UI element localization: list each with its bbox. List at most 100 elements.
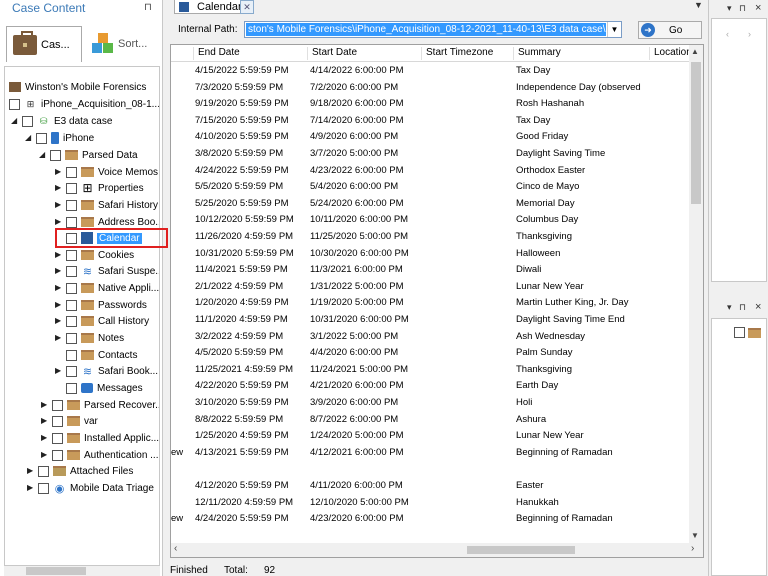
table-row[interactable] xyxy=(171,528,691,545)
chevron-right-icon[interactable]: › xyxy=(691,543,694,554)
table-row[interactable]: 4/15/2022 5:59:59 PM 4/14/2022 6:00:00 PM… xyxy=(171,63,691,80)
table-row[interactable]: 3/2/2022 4:59:59 PM 3/1/2022 5:00:00 PM As… xyxy=(171,329,691,346)
tree-node-properties[interactable]: ▶ ⊞ Properties xyxy=(55,180,144,196)
table-row[interactable]: 4/10/2020 5:59:59 PM 4/9/2020 6:00:00 PM G… xyxy=(171,129,691,146)
chevron-right-icon[interactable]: › xyxy=(748,29,751,39)
checkbox[interactable] xyxy=(22,115,33,127)
checkbox[interactable] xyxy=(66,315,77,327)
pin-icon[interactable]: ⊓ xyxy=(739,302,746,313)
chevron-down-icon[interactable]: ▼ xyxy=(691,531,699,540)
checkbox[interactable] xyxy=(66,365,77,377)
checkbox[interactable] xyxy=(66,199,77,211)
table-row[interactable]: 7/3/2020 5:59:59 PM 7/2/2020 6:00:00 PM In… xyxy=(171,80,691,97)
tree-node-safari-bookmarks[interactable]: ▶ ≋ Safari Book... xyxy=(55,363,158,379)
table-row[interactable]: 4/5/2020 5:59:59 PM 4/4/2020 6:00:00 PM Pa… xyxy=(171,345,691,362)
column-header-start-timezone[interactable]: Start Timezone xyxy=(421,47,513,60)
expand-icon[interactable]: ▶ xyxy=(55,168,63,176)
table-row[interactable]: 7/15/2020 5:59:59 PM 7/14/2020 6:00:00 PM… xyxy=(171,113,691,130)
tree-node-attached-files[interactable]: ▶ Attached Files xyxy=(27,463,133,479)
checkbox[interactable] xyxy=(66,216,77,228)
checkbox[interactable] xyxy=(50,149,61,161)
checkbox[interactable] xyxy=(66,166,77,178)
checkbox[interactable] xyxy=(66,349,77,361)
tab-calendar[interactable]: Calendar xyxy=(174,0,247,14)
expand-icon[interactable]: ▶ xyxy=(55,317,63,325)
tree-node-parsed-recovered[interactable]: ▶ Parsed Recover... xyxy=(41,397,159,413)
expand-icon[interactable]: ▶ xyxy=(27,467,35,475)
checkbox[interactable] xyxy=(66,382,77,394)
checkbox[interactable] xyxy=(66,249,77,261)
tab-sort[interactable]: Sort... xyxy=(86,26,162,62)
scroll-thumb[interactable] xyxy=(467,546,575,554)
chevron-left-icon[interactable]: ‹ xyxy=(726,29,729,39)
tree-node-contacts[interactable]: Contacts xyxy=(66,347,137,363)
expand-icon[interactable]: ▶ xyxy=(55,334,63,342)
tree-node-safari-history[interactable]: ▶ Safari History xyxy=(55,197,158,213)
checkbox[interactable] xyxy=(66,299,77,311)
expand-icon[interactable]: ▶ xyxy=(41,434,49,442)
table-row[interactable]: 3/10/2020 5:59:59 PM 3/9/2020 6:00:00 PM H… xyxy=(171,395,691,412)
tree-node-iphone[interactable]: ◢ iPhone xyxy=(25,130,94,146)
expand-icon[interactable]: ▶ xyxy=(55,201,63,209)
checkbox[interactable] xyxy=(734,327,745,338)
expand-icon[interactable]: ▶ xyxy=(55,267,63,275)
scroll-thumb[interactable] xyxy=(26,567,86,575)
dropdown-icon[interactable]: ▾ xyxy=(727,302,732,313)
pin-icon[interactable]: ⊓ xyxy=(739,3,746,14)
tree-node-safari-suspended[interactable]: ▶ ≋ Safari Suspe... xyxy=(55,263,159,279)
go-button[interactable]: ➜ Go xyxy=(638,21,702,39)
collapse-icon[interactable]: ◢ xyxy=(11,117,19,125)
table-row[interactable]: 9/19/2020 5:59:59 PM 9/18/2020 6:00:00 PM… xyxy=(171,96,691,113)
expand-icon[interactable]: ▶ xyxy=(55,218,63,226)
tree-node-parsed-data[interactable]: ◢ Parsed Data xyxy=(39,147,138,163)
checkbox[interactable] xyxy=(66,182,77,194)
table-row[interactable]: 11/1/2020 4:59:59 PM 10/31/2020 6:00:00 P… xyxy=(171,312,691,329)
chevron-down-icon[interactable]: ▼ xyxy=(607,22,621,37)
dropdown-icon[interactable]: ▾ xyxy=(727,3,732,14)
expand-icon[interactable]: ▶ xyxy=(27,484,35,492)
table-row[interactable]: 4/12/2020 5:59:59 PM 4/11/2020 6:00:00 PM… xyxy=(171,478,691,495)
checkbox[interactable] xyxy=(66,332,77,344)
table-row[interactable]: 10/31/2020 5:59:59 PM 10/30/2020 6:00:00 … xyxy=(171,246,691,263)
tree-node-cookies[interactable]: ▶ Cookies xyxy=(55,247,134,263)
expand-icon[interactable]: ▶ xyxy=(41,451,49,459)
checkbox[interactable] xyxy=(36,132,47,144)
left-horizontal-scrollbar[interactable] xyxy=(4,566,160,576)
tree-node-passwords[interactable]: ▶ Passwords xyxy=(55,297,147,313)
table-row[interactable]: ew 4/24/2020 5:59:59 PM 4/23/2020 6:00:00 … xyxy=(171,511,691,528)
tree-node-native-apps[interactable]: ▶ Native Appli... xyxy=(55,280,159,296)
expand-icon[interactable]: ▶ xyxy=(41,401,49,409)
tab-list-icon[interactable]: ▼ xyxy=(694,0,703,10)
checkbox[interactable] xyxy=(52,449,63,461)
checkbox[interactable] xyxy=(38,465,49,477)
tree-node-mobile-data-triage[interactable]: ▶ ◉ Mobile Data Triage xyxy=(27,480,154,496)
column-header-start-date[interactable]: Start Date xyxy=(307,47,421,60)
tree-node-root[interactable]: Winston's Mobile Forensics xyxy=(9,79,146,95)
close-icon[interactable]: × xyxy=(755,301,761,313)
column-header-summary[interactable]: Summary xyxy=(513,47,649,60)
collapse-icon[interactable]: ◢ xyxy=(39,151,47,159)
internal-path-input[interactable]: ston's Mobile Forensics\iPhone_Acquisiti… xyxy=(244,21,622,38)
chevron-left-icon[interactable]: ‹ xyxy=(174,543,177,554)
checkbox[interactable] xyxy=(52,415,63,427)
horizontal-scrollbar[interactable]: ‹ › xyxy=(171,543,703,557)
table-row[interactable]: 3/8/2020 5:59:59 PM 3/7/2020 5:00:00 PM Da… xyxy=(171,146,691,163)
table-row[interactable]: 8/8/2022 5:59:59 PM 8/7/2022 6:00:00 PM As… xyxy=(171,412,691,429)
expand-icon[interactable]: ▶ xyxy=(55,251,63,259)
tree-node-acquisition[interactable]: ⊞ iPhone_Acquisition_08-1... xyxy=(9,96,159,112)
expand-icon[interactable]: ▶ xyxy=(55,367,63,375)
vertical-scrollbar[interactable]: ▲ ▼ xyxy=(689,45,703,543)
internal-path-value[interactable]: ston's Mobile Forensics\iPhone_Acquisiti… xyxy=(246,23,606,36)
table-row[interactable]: ew 4/13/2021 5:59:59 PM 4/12/2021 6:00:00 … xyxy=(171,445,691,462)
table-row[interactable]: 11/25/2021 4:59:59 PM 11/24/2021 5:00:00 … xyxy=(171,362,691,379)
table-row[interactable]: 11/4/2021 5:59:59 PM 11/3/2021 6:00:00 PM… xyxy=(171,262,691,279)
collapse-icon[interactable]: ◢ xyxy=(25,134,33,142)
table-row[interactable] xyxy=(171,461,691,478)
tree-node-call-history[interactable]: ▶ Call History xyxy=(55,313,149,329)
expand-icon[interactable]: ▶ xyxy=(55,284,63,292)
tree-node-installed-apps[interactable]: ▶ Installed Applic... xyxy=(41,430,159,446)
tab-case[interactable]: Cas... xyxy=(6,26,82,62)
table-row[interactable]: 4/24/2022 5:59:59 PM 4/23/2022 6:00:00 PM… xyxy=(171,163,691,180)
expand-icon[interactable]: ▶ xyxy=(41,417,49,425)
table-row[interactable]: 12/11/2020 4:59:59 PM 12/10/2020 5:00:00 … xyxy=(171,495,691,512)
